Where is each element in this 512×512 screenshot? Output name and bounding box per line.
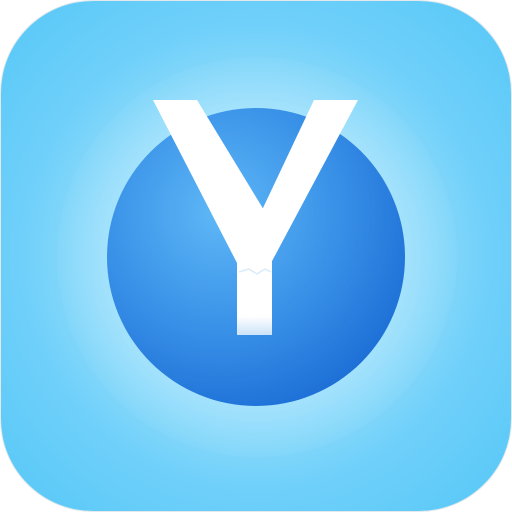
app-icon[interactable]: Y xyxy=(1,1,511,511)
page: Y xyxy=(0,0,512,512)
sphere-y-logo-icon xyxy=(107,100,405,406)
